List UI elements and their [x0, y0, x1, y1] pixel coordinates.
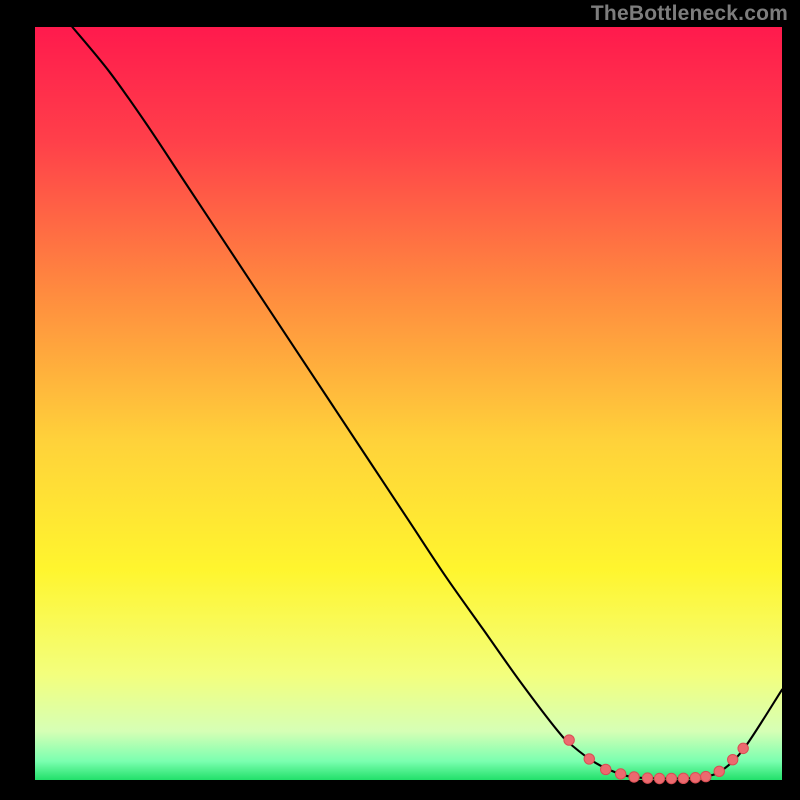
marker-dot: [629, 772, 639, 782]
marker-dot: [642, 773, 652, 783]
marker-dot: [714, 766, 724, 776]
marker-dot: [654, 773, 664, 783]
chart-stage: TheBottleneck.com: [0, 0, 800, 800]
watermark-text: TheBottleneck.com: [591, 2, 788, 26]
marker-dot: [690, 773, 700, 783]
marker-dot: [564, 735, 574, 745]
marker-dot: [728, 754, 738, 764]
gradient-background: [35, 27, 782, 780]
marker-dot: [678, 773, 688, 783]
marker-dot: [666, 773, 676, 783]
marker-dot: [584, 754, 594, 764]
marker-dot: [601, 764, 611, 774]
marker-dot: [615, 769, 625, 779]
marker-dot: [738, 743, 748, 753]
chart-svg: [0, 0, 800, 800]
marker-dot: [701, 771, 711, 781]
